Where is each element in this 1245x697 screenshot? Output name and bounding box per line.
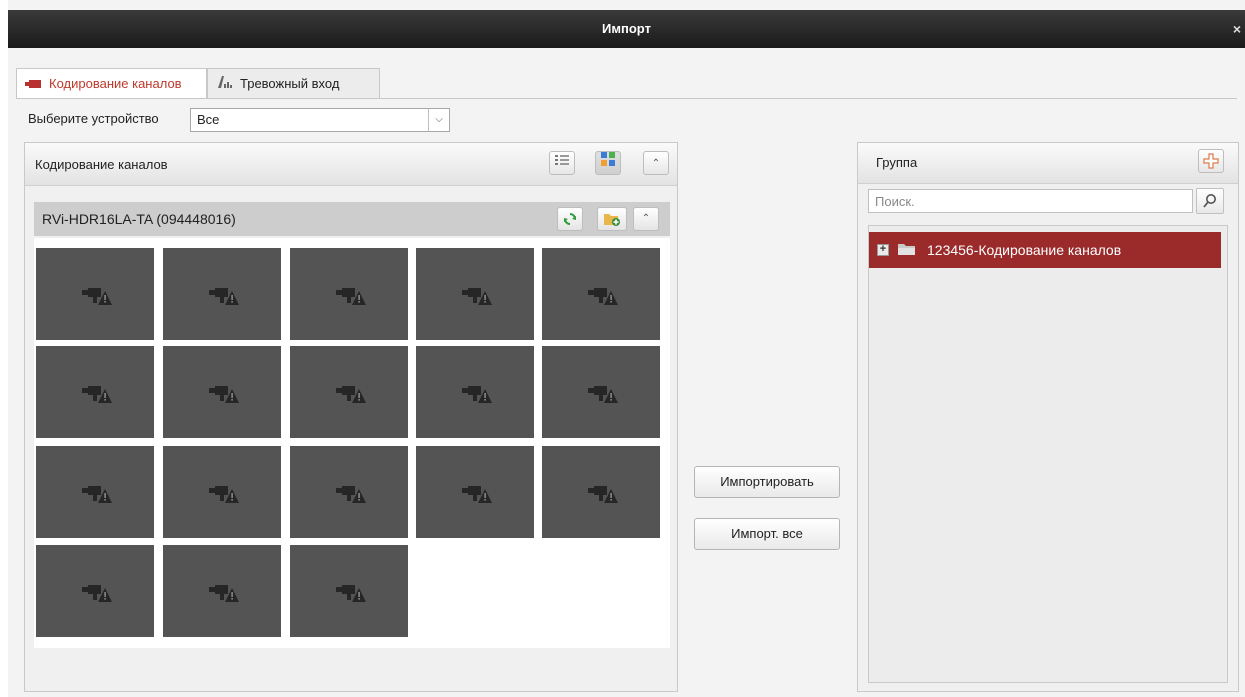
refresh-button[interactable] bbox=[557, 207, 583, 231]
collapse-panel-button[interactable]: ⌃ bbox=[643, 151, 669, 175]
channel-tile[interactable] bbox=[163, 346, 281, 438]
grid-view-button[interactable] bbox=[595, 151, 621, 175]
camera-offline-icon bbox=[82, 585, 112, 602]
camera-offline-icon bbox=[209, 386, 239, 403]
tree-item-label: 123456-Кодирование каналов bbox=[927, 242, 1122, 258]
import-all-button[interactable]: Импорт. все bbox=[694, 518, 840, 550]
tab-label: Тревожный вход bbox=[240, 76, 340, 91]
channel-tile[interactable] bbox=[163, 446, 281, 538]
channel-grid bbox=[34, 238, 670, 648]
channel-tile[interactable] bbox=[36, 446, 154, 538]
camera-offline-icon bbox=[462, 386, 492, 403]
camera-offline-icon bbox=[336, 486, 366, 503]
search-input[interactable] bbox=[868, 189, 1193, 213]
camera-offline-icon bbox=[462, 486, 492, 503]
close-icon[interactable]: × bbox=[1231, 10, 1243, 48]
collapse-device-button[interactable]: ⌃ bbox=[633, 207, 659, 231]
camera-offline-icon bbox=[462, 288, 492, 305]
camera-offline-icon bbox=[588, 486, 618, 503]
camera-offline-icon bbox=[82, 386, 112, 403]
expand-icon[interactable]: + bbox=[877, 244, 889, 256]
channel-tile[interactable] bbox=[542, 346, 660, 438]
tab-alarm-input[interactable]: Тревожный вход bbox=[207, 68, 380, 98]
channel-tile[interactable] bbox=[36, 248, 154, 340]
camera-offline-icon bbox=[82, 486, 112, 503]
channel-tile[interactable] bbox=[290, 545, 408, 637]
camera-offline-icon bbox=[336, 585, 366, 602]
chevron-up-icon: ⌃ bbox=[641, 213, 651, 224]
channel-tile[interactable] bbox=[416, 446, 534, 538]
list-view-icon bbox=[555, 155, 569, 165]
import-dialog: Импорт × Кодирование каналов Тревожный в… bbox=[8, 0, 1245, 697]
camera-icon bbox=[25, 70, 41, 100]
folder-add-icon bbox=[604, 214, 620, 226]
camera-offline-icon bbox=[588, 386, 618, 403]
channel-tile[interactable] bbox=[36, 346, 154, 438]
add-group-button[interactable] bbox=[1198, 149, 1224, 173]
folder-icon bbox=[897, 242, 917, 259]
channel-tile[interactable] bbox=[416, 346, 534, 438]
channel-tile[interactable] bbox=[290, 346, 408, 438]
group-panel-header: Группа bbox=[858, 143, 1238, 184]
device-select[interactable]: Все ⌵ bbox=[190, 108, 450, 132]
device-name: RVi-HDR16LA-TA (094448016) bbox=[42, 211, 236, 227]
channel-tile[interactable] bbox=[290, 446, 408, 538]
tab-divider bbox=[16, 98, 1237, 99]
tab-label: Кодирование каналов bbox=[49, 76, 182, 91]
camera-offline-icon bbox=[588, 288, 618, 305]
plus-icon bbox=[1203, 153, 1219, 169]
camera-offline-icon bbox=[209, 486, 239, 503]
device-select-value: Все bbox=[197, 112, 220, 127]
channel-tile[interactable] bbox=[163, 545, 281, 637]
channel-tile[interactable] bbox=[542, 248, 660, 340]
device-header: RVi-HDR16LA-TA (094448016) ⌃ bbox=[34, 202, 670, 236]
camera-offline-icon bbox=[336, 386, 366, 403]
list-view-button[interactable] bbox=[549, 151, 575, 175]
channel-tile[interactable] bbox=[416, 248, 534, 340]
add-to-group-button[interactable] bbox=[597, 207, 627, 231]
group-tree: + 123456-Кодирование каналов bbox=[868, 225, 1228, 683]
camera-offline-icon bbox=[82, 288, 112, 305]
tab-channel-encoding[interactable]: Кодирование каналов bbox=[16, 68, 207, 99]
refresh-icon bbox=[564, 213, 576, 225]
alarm-input-icon bbox=[216, 70, 232, 100]
group-panel-title: Группа bbox=[876, 155, 918, 170]
channel-tile[interactable] bbox=[542, 446, 660, 538]
grid-view-icon bbox=[601, 152, 615, 166]
camera-offline-icon bbox=[209, 288, 239, 305]
search-icon bbox=[1203, 194, 1216, 208]
channels-panel-title: Кодирование каналов bbox=[35, 157, 168, 172]
title-bar: Импорт × bbox=[8, 10, 1245, 48]
group-panel: Группа + 123456-Кодирование каналов bbox=[857, 142, 1239, 692]
search-button[interactable] bbox=[1196, 188, 1224, 214]
channel-tile[interactable] bbox=[36, 545, 154, 637]
device-select-label: Выберите устройство bbox=[28, 111, 159, 126]
window-title: Импорт bbox=[602, 21, 651, 36]
tree-item-group[interactable]: + 123456-Кодирование каналов bbox=[869, 232, 1221, 268]
channels-panel: Кодирование каналов ⌃ RVi-HDR16LA-TA (09… bbox=[24, 142, 678, 692]
channel-tile[interactable] bbox=[163, 248, 281, 340]
chevron-up-icon: ⌃ bbox=[651, 158, 661, 169]
channel-tile[interactable] bbox=[290, 248, 408, 340]
channels-panel-header: Кодирование каналов ⌃ bbox=[25, 143, 677, 186]
import-button[interactable]: Импортировать bbox=[694, 466, 840, 498]
camera-offline-icon bbox=[336, 288, 366, 305]
camera-offline-icon bbox=[209, 585, 239, 602]
chevron-down-icon: ⌵ bbox=[428, 109, 449, 131]
